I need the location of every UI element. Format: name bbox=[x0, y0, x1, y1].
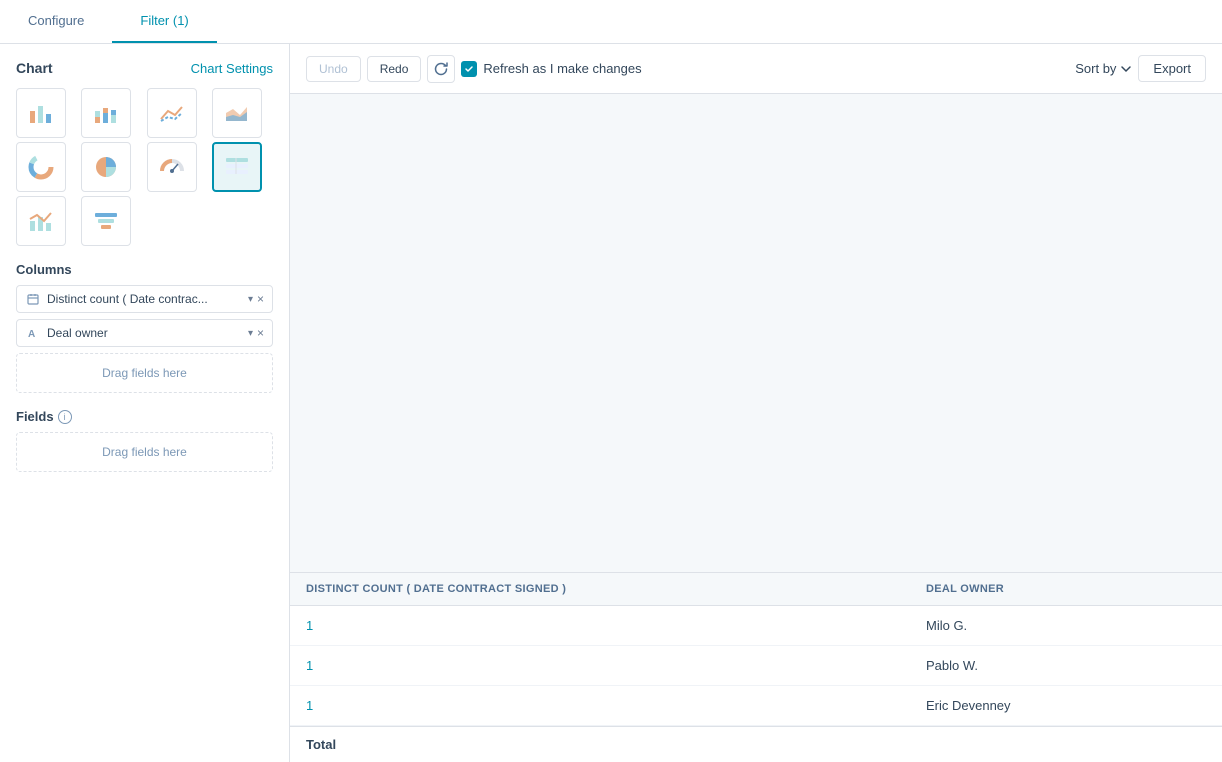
refresh-checkbox[interactable] bbox=[461, 61, 477, 77]
refresh-checkbox-area: Refresh as I make changes bbox=[461, 61, 641, 77]
chart-icon-line[interactable] bbox=[147, 88, 197, 138]
fields-drag-zone-label: Drag fields here bbox=[102, 445, 187, 459]
fields-drag-zone[interactable]: Drag fields here bbox=[16, 432, 273, 472]
table-header-owner: DEAL OWNER bbox=[910, 573, 1222, 605]
table-row: 1 Milo G. bbox=[290, 606, 1222, 646]
chart-type-grid bbox=[16, 88, 273, 246]
refresh-icon[interactable] bbox=[427, 55, 455, 83]
chart-section-header: Chart Chart Settings bbox=[16, 60, 273, 76]
chart-icon-gauge[interactable] bbox=[147, 142, 197, 192]
column-tag-1-label: Deal owner bbox=[47, 326, 244, 340]
columns-drag-zone[interactable]: Drag fields here bbox=[16, 353, 273, 393]
chart-icon-bar[interactable] bbox=[16, 88, 66, 138]
chart-icon-area[interactable] bbox=[212, 88, 262, 138]
table-cell-count-0: 1 bbox=[290, 606, 910, 645]
table-header-count: DISTINCT COUNT ( DATE CONTRACT SIGNED ) bbox=[290, 573, 910, 605]
tab-filter[interactable]: Filter (1) bbox=[112, 0, 216, 43]
total-label: Total bbox=[306, 737, 336, 752]
chart-icon-grid[interactable] bbox=[212, 142, 262, 192]
columns-title: Columns bbox=[16, 262, 273, 277]
table-cell-count-1: 1 bbox=[290, 646, 910, 685]
tab-filter-label: Filter (1) bbox=[140, 13, 188, 28]
svg-text:A: A bbox=[28, 329, 35, 339]
tab-configure-label: Configure bbox=[28, 13, 84, 28]
count-value-1: 1 bbox=[306, 658, 313, 673]
sort-by-chevron-icon bbox=[1120, 63, 1132, 75]
table-cell-count-2: 1 bbox=[290, 686, 910, 725]
column-tag-1: A Deal owner ▾ × bbox=[16, 319, 273, 347]
chart-icon-combo[interactable] bbox=[16, 196, 66, 246]
left-panel: Chart Chart Settings bbox=[0, 44, 290, 762]
table-cell-owner-1: Pablo W. bbox=[910, 646, 1222, 685]
main-layout: Chart Chart Settings bbox=[0, 44, 1222, 762]
chart-icon-funnel[interactable] bbox=[81, 196, 131, 246]
toolbar: Undo Redo Refresh as I make changes Sort… bbox=[290, 44, 1222, 94]
fields-title: Fields bbox=[16, 409, 54, 424]
fields-info-icon[interactable]: i bbox=[58, 410, 72, 424]
chart-settings-link[interactable]: Chart Settings bbox=[191, 61, 273, 76]
column-tag-1-chevron[interactable]: ▾ bbox=[248, 328, 253, 339]
top-tabs: Configure Filter (1) bbox=[0, 0, 1222, 44]
chart-icon-stacked-bar[interactable] bbox=[81, 88, 131, 138]
table-header: DISTINCT COUNT ( DATE CONTRACT SIGNED ) … bbox=[290, 573, 1222, 606]
table-row: 1 Pablo W. bbox=[290, 646, 1222, 686]
right-panel: Undo Redo Refresh as I make changes Sort… bbox=[290, 44, 1222, 762]
sort-by-button[interactable]: Sort by bbox=[1075, 61, 1132, 76]
chart-icon-donut[interactable] bbox=[16, 142, 66, 192]
refresh-label: Refresh as I make changes bbox=[483, 61, 641, 76]
chart-icon-pie[interactable] bbox=[81, 142, 131, 192]
chart-area bbox=[290, 94, 1222, 572]
text-icon: A bbox=[25, 325, 41, 341]
fields-section: Fields i Drag fields here bbox=[16, 409, 273, 472]
table-row: 1 Eric Devenney bbox=[290, 686, 1222, 726]
column-tag-0-label: Distinct count ( Date contrac... bbox=[47, 292, 244, 306]
sort-by-label: Sort by bbox=[1075, 61, 1116, 76]
column-tag-0: Distinct count ( Date contrac... ▾ × bbox=[16, 285, 273, 313]
column-tag-1-close[interactable]: × bbox=[257, 326, 264, 340]
export-button[interactable]: Export bbox=[1138, 55, 1206, 82]
calendar-icon bbox=[25, 291, 41, 307]
chart-section-title: Chart bbox=[16, 60, 53, 76]
redo-button[interactable]: Redo bbox=[367, 56, 422, 82]
columns-drag-zone-label: Drag fields here bbox=[102, 366, 187, 380]
column-tag-0-close[interactable]: × bbox=[257, 292, 264, 306]
fields-header: Fields i bbox=[16, 409, 273, 424]
column-tag-0-chevron[interactable]: ▾ bbox=[248, 294, 253, 305]
table-cell-owner-2: Eric Devenney bbox=[910, 686, 1222, 725]
tab-configure[interactable]: Configure bbox=[0, 0, 112, 43]
columns-section: Columns Distinct count ( Date contrac...… bbox=[16, 262, 273, 393]
total-row: Total bbox=[290, 726, 1222, 762]
data-table: DISTINCT COUNT ( DATE CONTRACT SIGNED ) … bbox=[290, 572, 1222, 762]
undo-button[interactable]: Undo bbox=[306, 56, 361, 82]
table-cell-owner-0: Milo G. bbox=[910, 606, 1222, 645]
